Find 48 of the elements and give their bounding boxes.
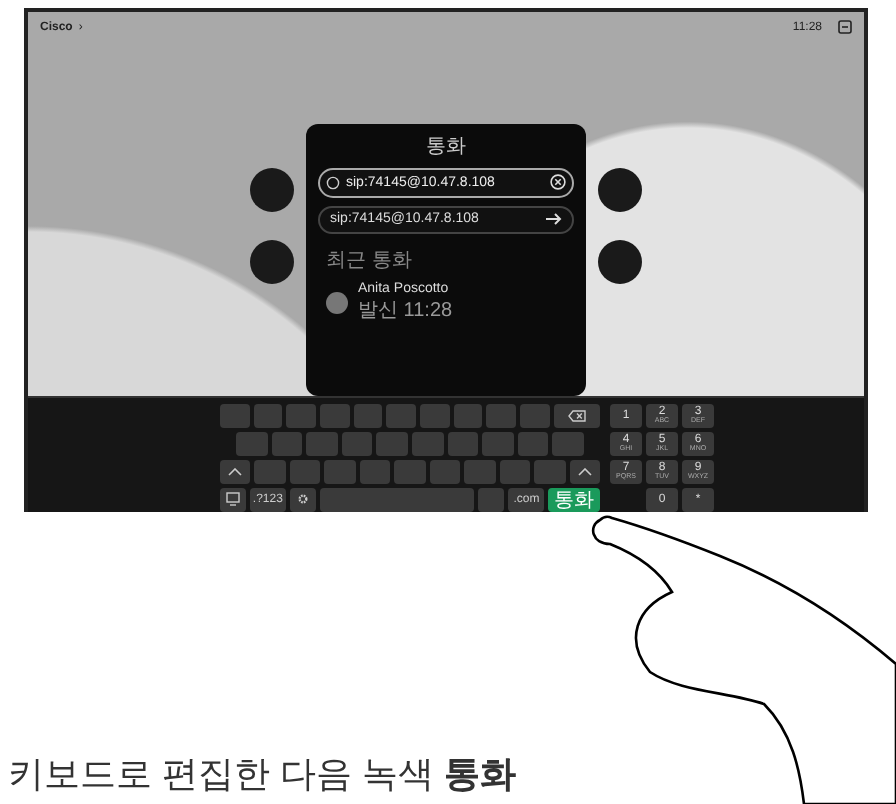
app-button-icon[interactable] xyxy=(598,167,642,212)
dialog-title: 통화 xyxy=(424,133,468,160)
keyboard-key[interactable] xyxy=(453,403,483,428)
keyboard-key[interactable] xyxy=(359,459,391,484)
recent-calls-label: 최근 통화 xyxy=(324,247,414,274)
keyboard-key[interactable] xyxy=(519,403,550,428)
app-button-icon[interactable] xyxy=(250,239,294,284)
keyboard-key[interactable] xyxy=(306,431,338,456)
keyboard-key[interactable] xyxy=(341,431,373,456)
app-button-icon[interactable] xyxy=(598,239,642,284)
clear-button[interactable] xyxy=(550,174,566,191)
call-detail: 발신 11:28 xyxy=(358,297,453,324)
gear-icon xyxy=(297,494,308,505)
shift-key[interactable] xyxy=(569,459,600,484)
keyboard-key[interactable] xyxy=(482,431,514,456)
monitor-icon xyxy=(225,492,240,507)
keyboard-key[interactable] xyxy=(220,403,250,428)
avatar-icon xyxy=(326,291,348,314)
keyboard-key[interactable] xyxy=(376,431,408,456)
arrow-icon xyxy=(546,212,562,227)
keyboard-key[interactable] xyxy=(411,431,444,456)
app-button-icon[interactable] xyxy=(250,167,294,212)
chevron-up-icon xyxy=(228,467,243,476)
search-icon xyxy=(326,175,340,190)
keyboard-key[interactable] xyxy=(286,403,316,428)
keyboard-key[interactable] xyxy=(271,431,303,456)
shift-key[interactable] xyxy=(220,459,251,484)
settings-key[interactable] xyxy=(289,487,316,512)
keyboard-key[interactable] xyxy=(478,487,505,512)
keyboard-key[interactable] xyxy=(394,459,426,484)
keyboard-key[interactable] xyxy=(464,459,496,484)
keyboard-key[interactable] xyxy=(419,403,450,428)
keyboard-toggle-key[interactable] xyxy=(220,487,246,512)
caption-text: 키보드로 편집한 다음 녹색 통화 xyxy=(8,752,517,798)
keyboard-key[interactable] xyxy=(253,403,283,428)
keyboard-key[interactable] xyxy=(499,459,531,484)
keyboard-key[interactable] xyxy=(517,431,549,456)
keyboard-key[interactable] xyxy=(386,403,416,428)
keyboard-key[interactable] xyxy=(353,403,383,428)
keyboard-key[interactable] xyxy=(319,403,350,428)
keyboard-key[interactable] xyxy=(486,403,516,428)
screen-share-icon[interactable] xyxy=(838,20,852,35)
backspace-key[interactable] xyxy=(553,403,601,428)
call-key[interactable]: 통화 xyxy=(548,487,601,512)
keyboard-key[interactable] xyxy=(429,459,461,484)
chevron-up-icon xyxy=(577,467,592,476)
backspace-icon xyxy=(567,409,586,422)
keyboard-key[interactable] xyxy=(447,431,479,456)
